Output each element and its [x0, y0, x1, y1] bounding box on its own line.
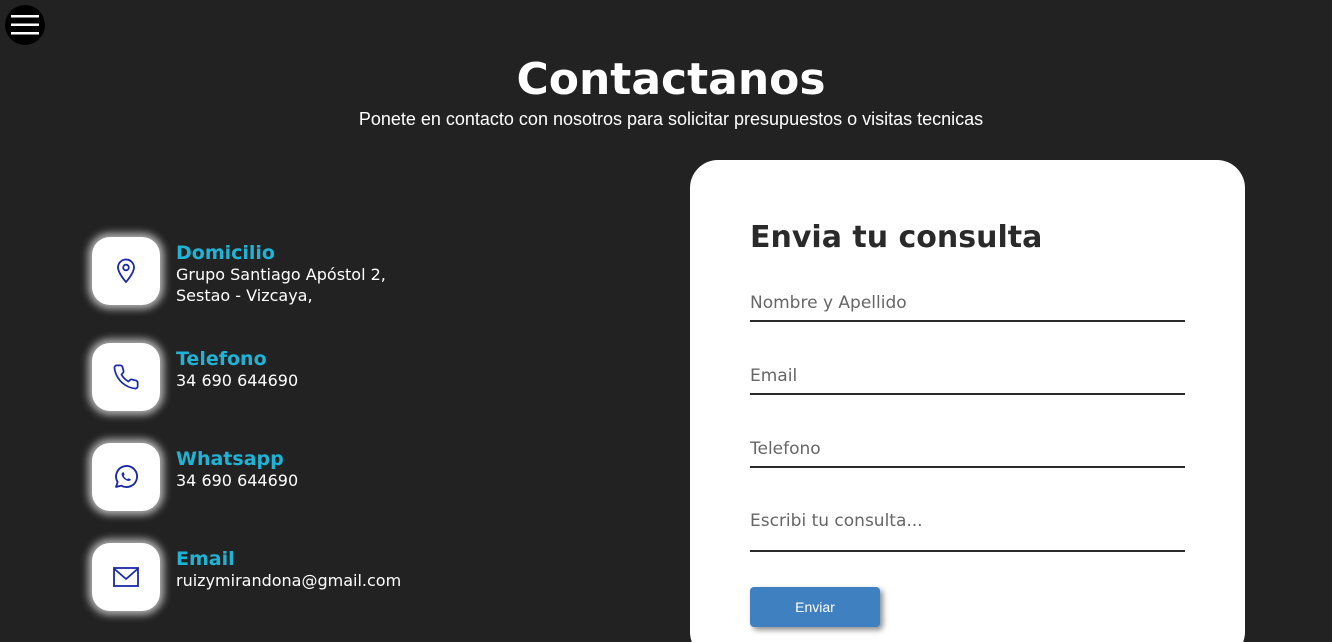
page-title: Contactanos [516, 54, 826, 105]
page-subtitle: Ponete en contacto con nosotros para sol… [358, 109, 984, 129]
contact-item-title: Domicilio [176, 242, 275, 264]
whatsapp-number: 34 690 644690 [176, 471, 299, 490]
contact-item-phone: Telefono 34 690 644690 [92, 343, 612, 411]
contact-item-whatsapp: Whatsapp 34 690 644690 [92, 443, 612, 511]
whatsapp-icon [115, 465, 138, 488]
phone-number: 34 690 644690 [176, 371, 299, 390]
message-textarea[interactable] [750, 508, 1185, 552]
contact-item-address: Domicilio Grupo Santiago Apóstol 2, Sest… [92, 237, 612, 305]
map-pin-icon [117, 258, 135, 283]
contact-item-email: Email ruizymirandona@gmail.com [92, 543, 612, 611]
submit-button[interactable]: Enviar [750, 587, 880, 627]
whatsapp-icon-box [92, 443, 160, 511]
contact-form-card: Envia tu consulta Enviar [690, 160, 1245, 642]
mail-icon [113, 567, 139, 587]
name-input[interactable] [750, 286, 1185, 322]
email-icon-box [92, 543, 160, 611]
email-input[interactable] [750, 359, 1185, 395]
contact-item-title: Telefono [176, 348, 267, 370]
contact-item-title: Whatsapp [176, 448, 284, 470]
form-title: Envia tu consulta [750, 220, 1043, 255]
hamburger-icon [11, 15, 39, 35]
contact-page: Contactanos Ponete en contacto con nosot… [0, 0, 1332, 642]
address-line-2: Sestao - Vizcaya, [176, 286, 313, 305]
address-line-1: Grupo Santiago Apóstol 2, [176, 265, 386, 284]
phone-icon [113, 364, 139, 390]
phone-input[interactable] [750, 432, 1185, 468]
contact-item-title: Email [176, 548, 235, 570]
hamburger-menu-button[interactable] [5, 5, 45, 45]
phone-icon-box [92, 343, 160, 411]
address-icon-box [92, 237, 160, 305]
email-address: ruizymirandona@gmail.com [176, 571, 402, 590]
